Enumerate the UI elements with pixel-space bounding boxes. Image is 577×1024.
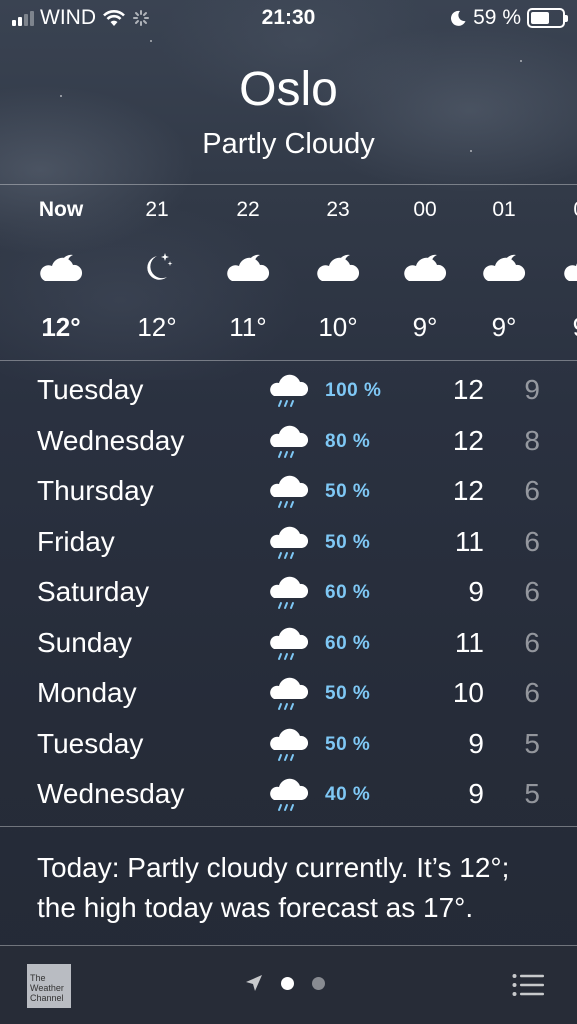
high-temp: 11 xyxy=(454,525,484,557)
rain-icon xyxy=(268,625,308,665)
precip-chance: 60 % xyxy=(325,632,371,654)
rain-icon xyxy=(268,675,308,715)
rain-icon xyxy=(268,574,308,614)
city-list-icon[interactable] xyxy=(512,973,544,997)
rain-icon xyxy=(268,423,308,463)
daily-row: Wednesday 80 % 12 8 xyxy=(0,417,577,467)
precip-chance: 60 % xyxy=(325,582,371,603)
weather-channel-logo[interactable]: The Weather Channel xyxy=(27,964,71,1008)
day-name: Friday xyxy=(37,525,115,557)
low-temp: 6 xyxy=(524,576,540,607)
precip-chance: 80 % xyxy=(325,430,371,452)
high-temp: 10 xyxy=(452,677,484,708)
high-temp: 11 xyxy=(454,626,484,658)
battery-percent: 59 % xyxy=(473,6,521,29)
rain-icon xyxy=(268,473,308,513)
rain-icon xyxy=(268,726,308,766)
high-temp: 9 xyxy=(468,778,484,809)
partly-cloudy-night-icon xyxy=(208,251,288,285)
low-temp: 6 xyxy=(524,475,540,506)
precip-chance: 100 % xyxy=(325,380,382,401)
rain-icon xyxy=(268,372,308,412)
rain-icon xyxy=(268,776,308,816)
low-temp: 6 xyxy=(524,677,540,708)
partly-cloudy-night-icon xyxy=(385,251,465,285)
hourly-forecast[interactable]: Now 12° 21 12° 22 11° 23 10° 00 9° 01 9°… xyxy=(0,185,577,360)
daily-row: Thursday 50 % 12 6 xyxy=(0,467,577,517)
location-arrow-icon[interactable] xyxy=(245,974,263,992)
low-temp: 8 xyxy=(524,424,540,456)
precip-chance: 50 % xyxy=(325,683,371,704)
precip-chance: 40 % xyxy=(325,784,371,805)
daily-row: Monday 50 % 10 6 xyxy=(0,669,577,719)
partly-cloudy-night-icon xyxy=(545,251,577,285)
high-temp: 12 xyxy=(452,374,484,405)
low-temp: 9 xyxy=(524,374,540,405)
partly-cloudy-night-icon xyxy=(464,251,544,285)
battery-icon xyxy=(527,8,568,28)
page-dot-active[interactable] xyxy=(281,976,294,990)
day-name: Tuesday xyxy=(37,374,144,405)
status-bar: WIND 21:30 59 % xyxy=(0,0,577,38)
divider xyxy=(0,826,577,827)
page-dot[interactable] xyxy=(312,976,325,990)
rain-icon xyxy=(268,524,308,564)
partly-cloudy-night-icon xyxy=(298,251,378,285)
day-name: Wednesday xyxy=(37,424,185,456)
precip-chance: 50 % xyxy=(325,481,371,502)
daily-row: Wednesday 40 % 9 5 xyxy=(0,770,577,820)
daily-row: Tuesday 100 % 12 9 xyxy=(0,366,577,416)
precip-chance: 50 % xyxy=(325,531,371,553)
daily-row: Friday 50 % 11 6 xyxy=(0,518,577,568)
page-indicator[interactable] xyxy=(245,974,325,992)
bottom-toolbar: The Weather Channel xyxy=(0,946,577,1024)
low-temp: 5 xyxy=(524,727,540,759)
high-temp: 12 xyxy=(452,475,484,506)
day-name: Thursday xyxy=(37,475,154,506)
daily-row: Tuesday 50 % 9 5 xyxy=(0,720,577,770)
clear-night-icon xyxy=(117,251,197,285)
high-temp: 12 xyxy=(452,424,484,456)
partly-cloudy-night-icon xyxy=(21,251,101,285)
low-temp: 6 xyxy=(524,626,540,658)
day-name: Monday xyxy=(37,677,137,708)
city-name: Oslo xyxy=(239,63,338,116)
low-temp: 5 xyxy=(524,778,540,809)
day-name: Saturday xyxy=(37,576,150,607)
day-name: Sunday xyxy=(37,626,132,658)
divider xyxy=(0,360,577,361)
daily-row: Sunday 60 % 11 6 xyxy=(0,619,577,669)
daily-row: Saturday 60 % 9 6 xyxy=(0,568,577,618)
current-condition: Partly Cloudy xyxy=(202,128,375,160)
high-temp: 9 xyxy=(468,576,484,607)
low-temp: 6 xyxy=(524,525,540,557)
daily-summary: Today: Partly cloudy currently. It’s 12°… xyxy=(37,852,510,923)
high-temp: 9 xyxy=(468,727,484,759)
day-name: Tuesday xyxy=(37,727,144,759)
day-name: Wednesday xyxy=(37,778,185,809)
do-not-disturb-moon-icon xyxy=(451,10,466,26)
precip-chance: 50 % xyxy=(325,733,371,755)
